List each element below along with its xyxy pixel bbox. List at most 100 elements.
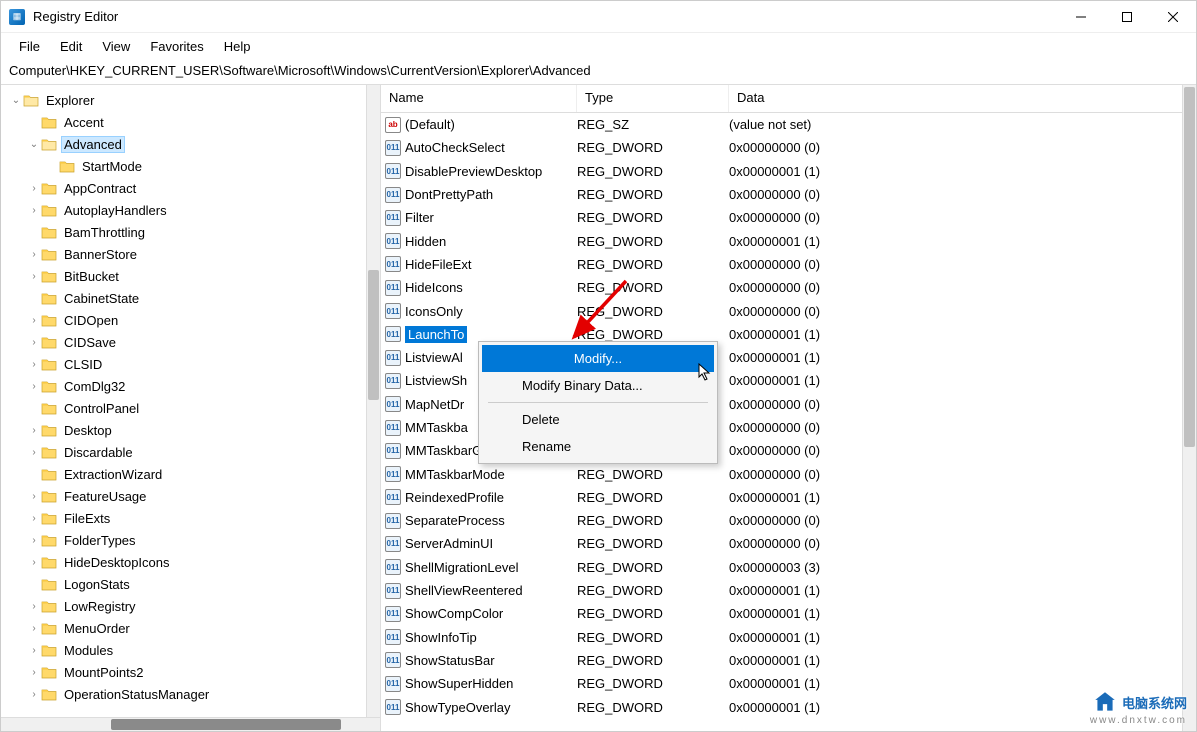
tree-vertical-scrollbar[interactable] (366, 85, 380, 717)
tree-item[interactable]: ⌄Advanced (1, 133, 380, 155)
expand-toggle-icon[interactable]: › (27, 447, 41, 458)
column-header-name[interactable]: Name (381, 85, 577, 112)
expand-toggle-icon[interactable]: › (27, 513, 41, 524)
tree-item[interactable]: ›BannerStore (1, 243, 380, 265)
expand-toggle-icon[interactable]: ⌄ (27, 139, 41, 150)
expand-toggle-icon[interactable]: › (27, 315, 41, 326)
value-row[interactable]: 011ReindexedProfileREG_DWORD0x00000001 (… (381, 486, 1196, 509)
tree-hscroll-thumb[interactable] (111, 719, 341, 730)
folder-icon (41, 137, 57, 151)
context-menu-delete[interactable]: Delete (482, 406, 714, 433)
menu-favorites[interactable]: Favorites (140, 35, 213, 58)
expand-toggle-icon[interactable]: › (27, 623, 41, 634)
expand-toggle-icon[interactable]: › (27, 645, 41, 656)
menu-view[interactable]: View (92, 35, 140, 58)
value-row[interactable]: ab(Default)REG_SZ(value not set) (381, 113, 1196, 136)
column-header-type[interactable]: Type (577, 85, 729, 112)
menu-file[interactable]: File (9, 35, 50, 58)
value-row[interactable]: 011HiddenREG_DWORD0x00000001 (1) (381, 229, 1196, 252)
tree-item[interactable]: CabinetState (1, 287, 380, 309)
tree-item[interactable]: ›HideDesktopIcons (1, 551, 380, 573)
tree-item[interactable]: StartMode (1, 155, 380, 177)
tree-item[interactable]: ExtractionWizard (1, 463, 380, 485)
context-menu-modify[interactable]: Modify... (482, 345, 714, 372)
value-name: ShowStatusBar (405, 653, 495, 668)
value-row[interactable]: 011HideIconsREG_DWORD0x00000000 (0) (381, 276, 1196, 299)
tree-item[interactable]: ›CLSID (1, 353, 380, 375)
expand-toggle-icon[interactable]: › (27, 359, 41, 370)
menu-edit[interactable]: Edit (50, 35, 92, 58)
tree-item[interactable]: ›ComDlg32 (1, 375, 380, 397)
value-row[interactable]: 011ShowInfoTipREG_DWORD0x00000001 (1) (381, 626, 1196, 649)
value-row[interactable]: 011AutoCheckSelectREG_DWORD0x00000000 (0… (381, 136, 1196, 159)
list-vertical-scrollbar[interactable] (1182, 85, 1196, 731)
expand-toggle-icon[interactable]: › (27, 491, 41, 502)
expand-toggle-icon[interactable]: › (27, 557, 41, 568)
context-menu-rename[interactable]: Rename (482, 433, 714, 460)
expand-toggle-icon[interactable]: › (27, 689, 41, 700)
tree-item[interactable]: ›AutoplayHandlers (1, 199, 380, 221)
tree-item[interactable]: ›Desktop (1, 419, 380, 441)
value-row[interactable]: 011SeparateProcessREG_DWORD0x00000000 (0… (381, 509, 1196, 532)
value-row[interactable]: 011ServerAdminUIREG_DWORD0x00000000 (0) (381, 532, 1196, 555)
tree-item[interactable]: ›FeatureUsage (1, 485, 380, 507)
value-row[interactable]: 011ShowStatusBarREG_DWORD0x00000001 (1) (381, 649, 1196, 672)
value-row[interactable]: 011MMTaskbarModeREG_DWORD0x00000000 (0) (381, 462, 1196, 485)
value-row[interactable]: 011ShowTypeOverlayREG_DWORD0x00000001 (1… (381, 695, 1196, 718)
expand-toggle-icon[interactable]: › (27, 337, 41, 348)
maximize-button[interactable] (1104, 1, 1150, 33)
context-menu-modify-binary[interactable]: Modify Binary Data... (482, 372, 714, 399)
tree-horizontal-scrollbar[interactable] (1, 717, 380, 731)
expand-toggle-icon[interactable]: › (27, 249, 41, 260)
expand-toggle-icon[interactable]: › (27, 425, 41, 436)
value-name-cell: 011Hidden (381, 233, 577, 249)
value-row[interactable]: 011ShowSuperHiddenREG_DWORD0x00000001 (1… (381, 672, 1196, 695)
tree-item[interactable]: ⌄Explorer (1, 89, 380, 111)
expand-toggle-icon[interactable]: › (27, 667, 41, 678)
tree-item-label: CabinetState (61, 291, 142, 306)
column-header-data[interactable]: Data (729, 85, 1196, 112)
tree-item[interactable]: ›FileExts (1, 507, 380, 529)
tree-item[interactable]: ›MountPoints2 (1, 661, 380, 683)
minimize-button[interactable] (1058, 1, 1104, 33)
tree-scrollbar-thumb[interactable] (368, 270, 379, 400)
tree-item[interactable]: ›AppContract (1, 177, 380, 199)
address-bar[interactable]: Computer\HKEY_CURRENT_USER\Software\Micr… (1, 59, 1196, 85)
value-type: REG_DWORD (577, 304, 729, 319)
maximize-icon (1122, 12, 1132, 22)
value-data: 0x00000000 (0) (729, 210, 1196, 225)
tree-item[interactable]: ›MenuOrder (1, 617, 380, 639)
expand-toggle-icon[interactable]: › (27, 381, 41, 392)
value-name: DontPrettyPath (405, 187, 493, 202)
expand-toggle-icon[interactable]: › (27, 601, 41, 612)
tree-item[interactable]: Accent (1, 111, 380, 133)
tree-panel[interactable]: ⌄ExplorerAccent⌄AdvancedStartMode›AppCon… (1, 85, 381, 731)
tree-item[interactable]: BamThrottling (1, 221, 380, 243)
value-row[interactable]: 011FilterREG_DWORD0x00000000 (0) (381, 206, 1196, 229)
menu-help[interactable]: Help (214, 35, 261, 58)
tree-item[interactable]: ControlPanel (1, 397, 380, 419)
value-row[interactable]: 011IconsOnlyREG_DWORD0x00000000 (0) (381, 299, 1196, 322)
tree-item[interactable]: ›Modules (1, 639, 380, 661)
value-row[interactable]: 011ShellMigrationLevelREG_DWORD0x0000000… (381, 556, 1196, 579)
expand-toggle-icon[interactable]: ⌄ (9, 95, 23, 106)
list-scrollbar-thumb[interactable] (1184, 87, 1195, 447)
expand-toggle-icon[interactable]: › (27, 183, 41, 194)
tree-item[interactable]: ›LowRegistry (1, 595, 380, 617)
tree-item[interactable]: ›Discardable (1, 441, 380, 463)
value-row[interactable]: 011DisablePreviewDesktopREG_DWORD0x00000… (381, 160, 1196, 183)
tree-item[interactable]: ›FolderTypes (1, 529, 380, 551)
tree-item[interactable]: ›OperationStatusManager (1, 683, 380, 705)
value-row[interactable]: 011HideFileExtREG_DWORD0x00000000 (0) (381, 253, 1196, 276)
tree-item[interactable]: ›CIDOpen (1, 309, 380, 331)
expand-toggle-icon[interactable]: › (27, 205, 41, 216)
value-row[interactable]: 011ShowCompColorREG_DWORD0x00000001 (1) (381, 602, 1196, 625)
tree-item[interactable]: ›BitBucket (1, 265, 380, 287)
close-button[interactable] (1150, 1, 1196, 33)
tree-item[interactable]: ›CIDSave (1, 331, 380, 353)
value-row[interactable]: 011DontPrettyPathREG_DWORD0x00000000 (0) (381, 183, 1196, 206)
expand-toggle-icon[interactable]: › (27, 271, 41, 282)
value-row[interactable]: 011ShellViewReenteredREG_DWORD0x00000001… (381, 579, 1196, 602)
tree-item[interactable]: LogonStats (1, 573, 380, 595)
expand-toggle-icon[interactable]: › (27, 535, 41, 546)
